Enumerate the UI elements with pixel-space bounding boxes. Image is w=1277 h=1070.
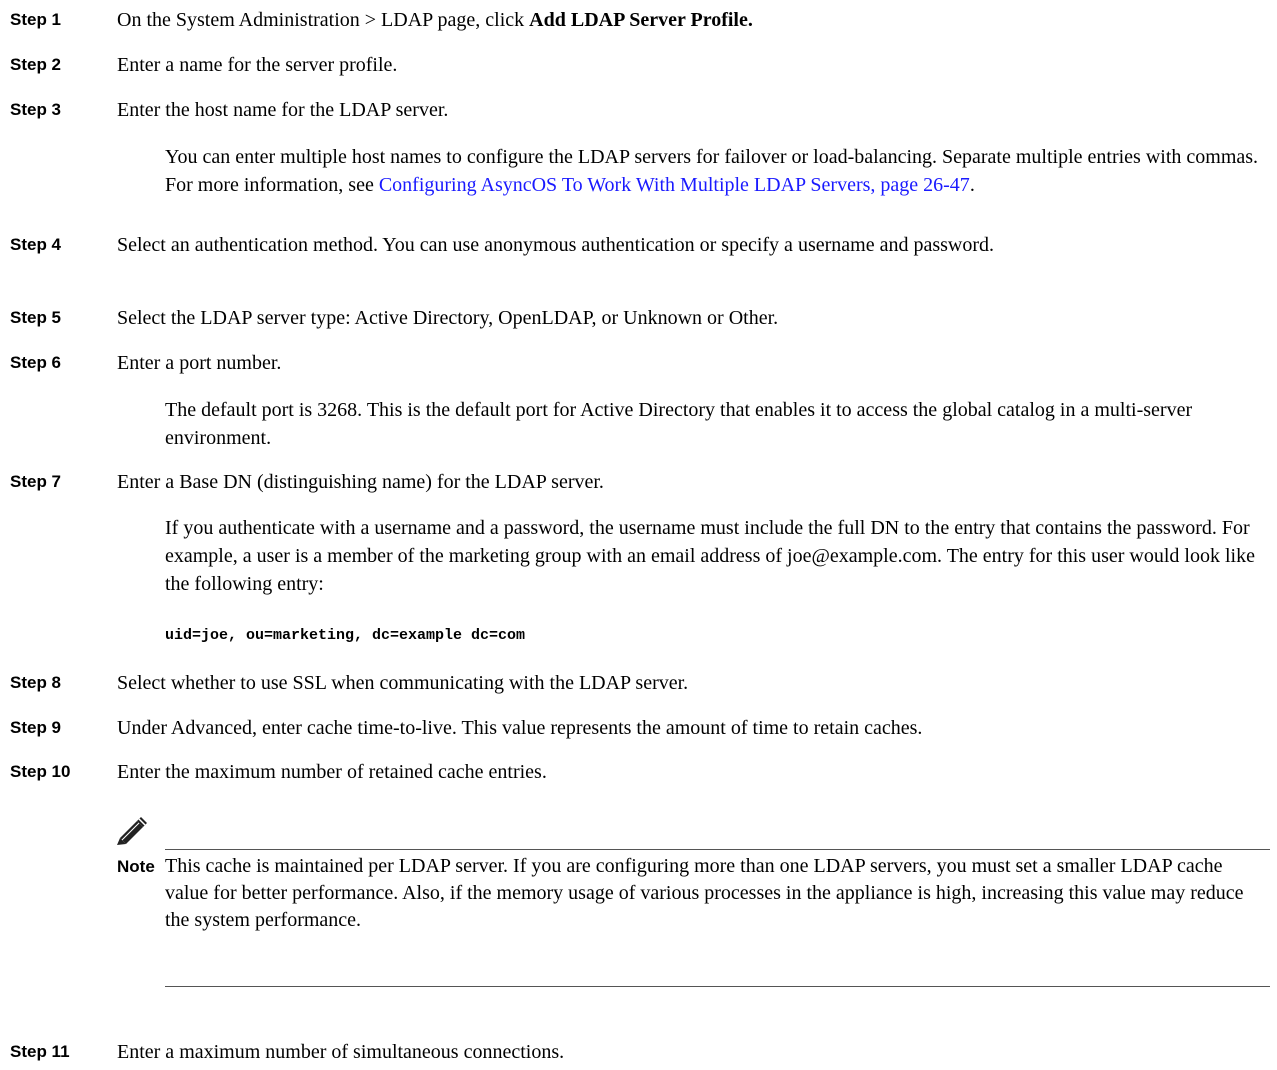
step-6-text: Enter a port number.: [117, 352, 282, 374]
step-1-label: Step 1: [10, 10, 62, 29]
note-top-rule: [165, 849, 1270, 850]
step-10-label: Step 10: [10, 762, 71, 781]
step-4-text: Select an authentication method. You can…: [117, 234, 994, 256]
step-1-text: On the System Administration > LDAP page…: [117, 9, 753, 31]
step-7-paragraph: If you authenticate with a username and …: [165, 517, 1255, 595]
step-4-label: Step 4: [10, 235, 62, 254]
step-2-text: Enter a name for the server profile.: [117, 54, 398, 76]
note-bottom-rule: [165, 986, 1270, 987]
step-5-label: Step 5: [10, 308, 62, 327]
step-11-label: Step 11: [10, 1042, 70, 1061]
step-11-text: Enter a maximum number of simultaneous c…: [117, 1041, 565, 1063]
add-ldap-server-profile-term: Add LDAP Server Profile.: [529, 9, 753, 31]
step-8-text: Select whether to use SSL when communica…: [117, 672, 689, 694]
step-3-paragraph: You can enter multiple host names to con…: [165, 146, 1259, 196]
step-7-text: Enter a Base DN (distinguishing name) fo…: [117, 471, 604, 493]
step-3-label: Step 3: [10, 100, 62, 119]
step-2-label: Step 2: [10, 55, 62, 74]
step-6-paragraph: The default port is 3268. This is the de…: [165, 399, 1193, 449]
step-8-label: Step 8: [10, 673, 62, 692]
step-10-text: Enter the maximum number of retained cac…: [117, 761, 547, 783]
dn-example-code: uid=joe, ou=marketing, dc=example dc=com: [165, 627, 526, 644]
step-5-text: Select the LDAP server type: Active Dire…: [117, 307, 779, 329]
step-9-text: Under Advanced, enter cache time-to-live…: [117, 717, 923, 739]
step-7-label: Step 7: [10, 472, 62, 491]
multiple-ldap-servers-link[interactable]: Configuring AsyncOS To Work With Multipl…: [379, 174, 970, 196]
note-label: Note: [117, 857, 155, 876]
step-9-label: Step 9: [10, 718, 62, 737]
note-text: This cache is maintained per LDAP server…: [165, 855, 1244, 931]
step-6-label: Step 6: [10, 353, 62, 372]
step-3-text: Enter the host name for the LDAP server.: [117, 99, 449, 121]
pencil-icon: [117, 817, 147, 845]
